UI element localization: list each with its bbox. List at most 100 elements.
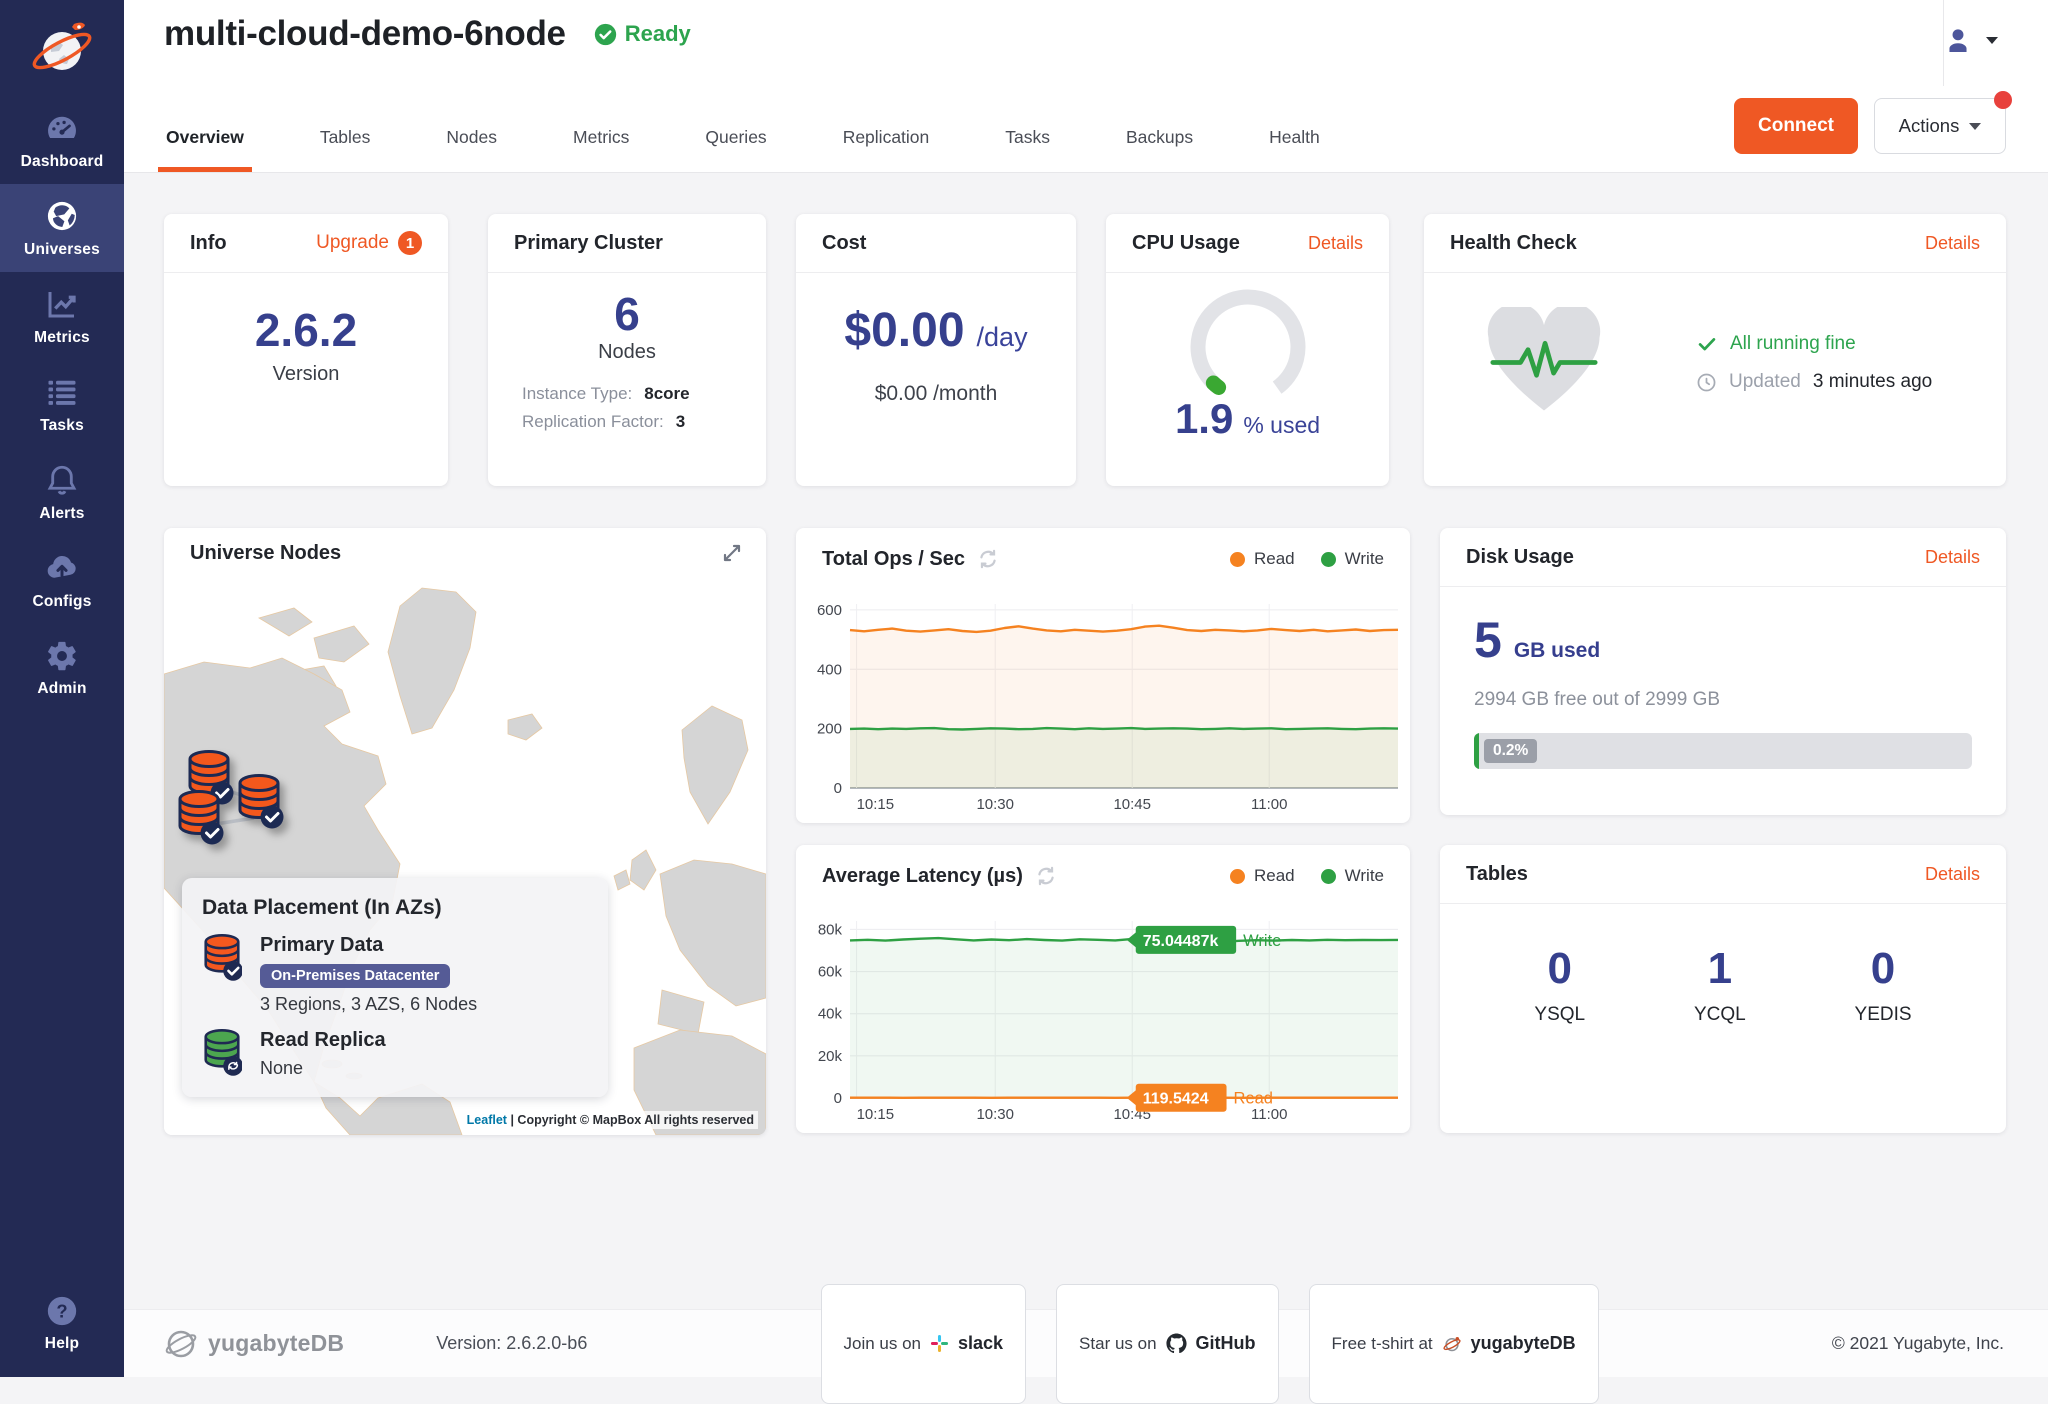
tab-overview[interactable]: Overview	[164, 113, 246, 172]
tshirt-button[interactable]: Free t-shirt at yugabyteDB	[1309, 1284, 1599, 1404]
card-title: CPU Usage	[1132, 232, 1240, 255]
universe-nodes-card: Universe Nodes	[164, 528, 766, 1135]
svg-text:10:15: 10:15	[857, 796, 895, 813]
user-menu[interactable]	[1942, 24, 1998, 56]
tab-tables[interactable]: Tables	[318, 113, 373, 172]
placement-title: Data Placement (In AZs)	[202, 896, 588, 920]
sidebar-item-dashboard[interactable]: Dashboard	[0, 96, 124, 184]
total-ops-card: Total Ops / Sec Read Write 020040060010:…	[796, 528, 1410, 823]
bell-icon	[44, 462, 80, 498]
svg-text:10:15: 10:15	[857, 1106, 895, 1123]
read-legend-dot	[1230, 552, 1245, 567]
slack-button[interactable]: Join us on slack	[821, 1284, 1027, 1404]
yugabyte-sphere-icon	[164, 1327, 198, 1361]
write-legend-dot	[1321, 869, 1336, 884]
chart-legend: Read Write	[1230, 866, 1384, 886]
sidebar-item-label: Help	[45, 1335, 79, 1353]
notification-dot	[1994, 91, 2012, 109]
avg-latency-chart[interactable]: 020k40k60k80k10:1510:3010:4511:0075.0448…	[804, 907, 1410, 1128]
yugabyte-planet-logo[interactable]	[0, 0, 124, 96]
cost-per-month: $0.00 /month	[796, 382, 1076, 406]
sidebar-item-universes[interactable]: Universes	[0, 184, 124, 272]
svg-text:200: 200	[817, 721, 842, 738]
total-ops-chart[interactable]: 020040060010:1510:3010:4511:00	[804, 590, 1410, 818]
primary-cluster-card: Primary Cluster 6 Nodes Instance Type: 8…	[488, 214, 766, 486]
card-title: Average Latency (µs)	[822, 865, 1057, 888]
cpu-details-link[interactable]: Details	[1308, 233, 1363, 254]
map-attribution: Leaflet | Copyright © MapBox All rights …	[463, 1111, 758, 1129]
help-icon: ?	[45, 1294, 79, 1328]
card-title: Tables	[1466, 863, 1528, 886]
svg-text:10:30: 10:30	[976, 796, 1014, 813]
tab-health[interactable]: Health	[1267, 113, 1322, 172]
ycql-stat: 1 YCQL	[1694, 944, 1746, 1026]
sidebar-item-alerts[interactable]: Alerts	[0, 448, 124, 536]
actions-button[interactable]: Actions	[1874, 98, 2006, 154]
disk-details-link[interactable]: Details	[1925, 547, 1980, 568]
tab-tasks[interactable]: Tasks	[1003, 113, 1052, 172]
health-updated-row: Updated 3 minutes ago	[1696, 371, 1932, 393]
tab-nodes[interactable]: Nodes	[444, 113, 499, 172]
tables-details-link[interactable]: Details	[1925, 864, 1980, 885]
refresh-icon[interactable]	[1035, 865, 1057, 887]
cpu-gauge	[1160, 281, 1336, 407]
svg-text:600: 600	[817, 602, 842, 619]
card-title: Disk Usage	[1466, 546, 1574, 569]
health-status-row: All running fine	[1696, 333, 1932, 355]
cost-per-unit: /day	[977, 322, 1028, 353]
sidebar-item-configs[interactable]: Configs	[0, 536, 124, 624]
read-legend-dot	[1230, 869, 1245, 884]
sidebar-item-label: Admin	[37, 680, 86, 698]
sidebar-item-tasks[interactable]: Tasks	[0, 360, 124, 448]
tab-metrics[interactable]: Metrics	[571, 113, 631, 172]
sidebar-item-metrics[interactable]: Metrics	[0, 272, 124, 360]
yedis-stat: 0 YEDIS	[1855, 944, 1912, 1026]
disk-used-value: 5	[1474, 611, 1502, 669]
github-icon	[1166, 1333, 1187, 1354]
gear-icon	[45, 639, 79, 673]
sidebar-item-label: Dashboard	[21, 153, 104, 171]
footer-version: Version: 2.6.2.0-b6	[436, 1333, 587, 1354]
upgrade-count-badge: 1	[398, 231, 422, 255]
sidebar-item-help[interactable]: ? Help	[0, 1279, 124, 1367]
avg-latency-card: Average Latency (µs) Read Write 020k40k6…	[796, 845, 1410, 1133]
svg-text:Read: Read	[1234, 1090, 1273, 1108]
check-circle-icon	[594, 23, 617, 46]
sidebar-item-admin[interactable]: Admin	[0, 624, 124, 712]
upgrade-link[interactable]: Upgrade	[316, 232, 389, 254]
connect-button[interactable]: Connect	[1734, 98, 1858, 154]
version-caption: Version	[164, 363, 448, 386]
health-details-link[interactable]: Details	[1925, 233, 1980, 254]
disk-usage-card: Disk Usage Details 5 GB used 2994 GB fre…	[1440, 528, 2006, 815]
replication-factor-row: Replication Factor: 3	[522, 408, 766, 436]
refresh-icon[interactable]	[977, 548, 999, 570]
tab-replication[interactable]: Replication	[841, 113, 932, 172]
universe-title: multi-cloud-demo-6node	[164, 14, 566, 54]
footer-wordmark: yugabyteDB	[208, 1330, 344, 1357]
disk-used-unit: GB used	[1514, 639, 1600, 663]
cost-per-day: $0.00	[844, 303, 964, 358]
sidebar-item-label: Configs	[32, 593, 91, 611]
node-caption: Nodes	[488, 341, 766, 364]
tables-card: Tables Details 0 YSQL 1 YCQL 0 YEDIS	[1440, 845, 2006, 1133]
write-legend-dot	[1321, 552, 1336, 567]
svg-text:11:00: 11:00	[1251, 796, 1287, 813]
tab-backups[interactable]: Backups	[1124, 113, 1195, 172]
github-button[interactable]: Star us on GitHub	[1056, 1284, 1279, 1404]
disk-free-text: 2994 GB free out of 2999 GB	[1474, 689, 1972, 711]
leaflet-link[interactable]: Leaflet	[467, 1113, 507, 1127]
footer-copyright: © 2021 Yugabyte, Inc.	[1832, 1333, 2004, 1354]
tab-queries[interactable]: Queries	[703, 113, 768, 172]
svg-text:75.04487k: 75.04487k	[1143, 933, 1219, 950]
read-replica-desc: None	[260, 1058, 386, 1079]
svg-text:?: ?	[56, 1300, 67, 1321]
expand-icon[interactable]	[720, 541, 744, 565]
globe-icon	[44, 198, 80, 234]
world-map[interactable]: Data Placement (In AZs) Primary Data On-…	[164, 578, 766, 1135]
chevron-down-icon	[1969, 123, 1981, 130]
cost-card: Cost $0.00 /day $0.00 /month	[796, 214, 1076, 486]
disk-percent-badge: 0.2%	[1484, 739, 1537, 763]
disk-usage-bar: 0.2%	[1474, 733, 1972, 769]
svg-text:0: 0	[834, 1090, 842, 1107]
user-avatar-icon	[1942, 24, 1974, 56]
